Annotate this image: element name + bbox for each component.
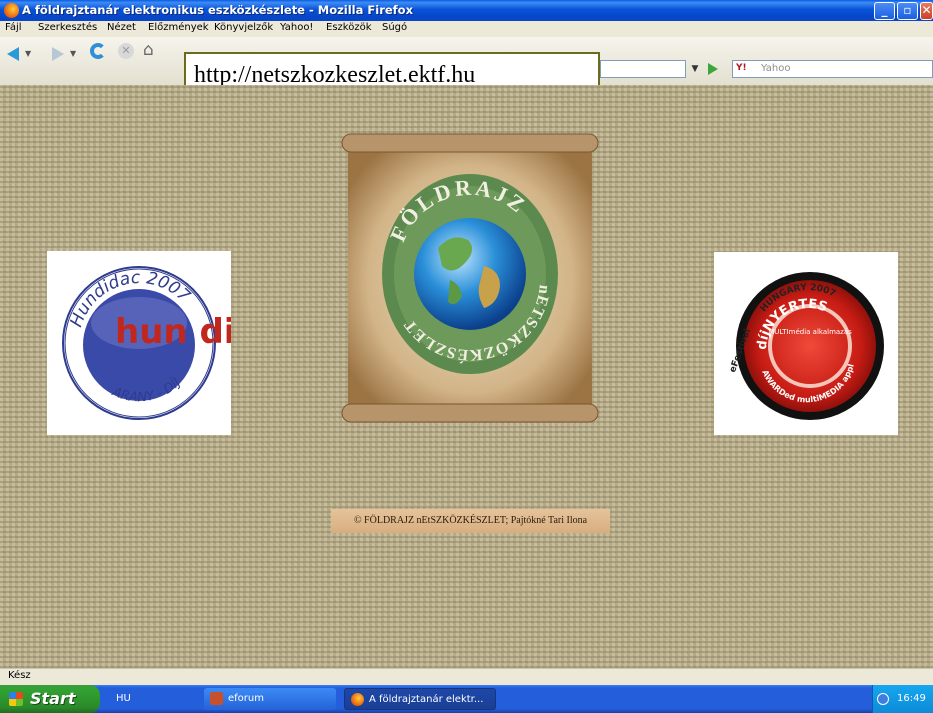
eforum-icon (210, 692, 223, 705)
hundidac-logo[interactable]: hun didac Hundidac 2007 ARANY - DÍJ (47, 251, 303, 435)
copyright-notice: © FÖLDRAJZ nEtSZKÖZKÉSZLET; Pajtókné Tar… (331, 509, 610, 533)
back-arrow-icon[interactable] (7, 47, 19, 61)
menu-bookmarks[interactable]: Könyvjelzők (214, 22, 273, 33)
minimize-button[interactable]: _ (874, 2, 895, 20)
award-logo[interactable]: eFestival HUNGARY 2007 díjNYERTES MULTIm… (711, 245, 898, 435)
back-dropdown-icon[interactable]: ▼ (25, 49, 31, 58)
page-content: hun didac Hundidac 2007 ARANY - DÍJ (0, 85, 933, 668)
menu-view[interactable]: Nézet (107, 22, 136, 33)
search-placeholder: Yahoo (761, 63, 791, 74)
menu-tools[interactable]: Eszközök (326, 22, 372, 33)
start-label: Start (30, 689, 76, 708)
menu-help[interactable]: Súgó (382, 22, 407, 33)
search-input[interactable]: Y! Yahoo (732, 60, 933, 78)
language-indicator[interactable]: HU (116, 693, 131, 704)
stop-icon[interactable]: ✕ (118, 43, 134, 59)
menu-edit[interactable]: Szerkesztés (38, 22, 97, 33)
taskbar: Start HU eforum A földrajztanár elektr..… (0, 685, 933, 713)
taskbar-item-eforum[interactable]: eforum (204, 688, 336, 710)
tray-icon[interactable] (877, 693, 889, 705)
multimedia-text: MULTImédia alkalmazás (768, 328, 852, 336)
hun-text: hun didac (115, 312, 231, 352)
home-icon[interactable]: ⌂ (143, 42, 154, 59)
start-button[interactable]: Start (0, 685, 100, 713)
window-title: A földrajztanár elektronikus eszközkészl… (22, 3, 413, 17)
windows-logo-icon (9, 692, 23, 706)
url-dropdown-icon[interactable]: ▼ (686, 60, 704, 78)
firefox-icon (4, 3, 19, 18)
maximize-button[interactable]: ▫ (897, 2, 918, 20)
clock[interactable]: 16:49 (897, 693, 926, 704)
status-text: Kész (8, 670, 31, 681)
menu-bar: Fájl Szerkesztés Nézet Előzmények Könyvj… (0, 21, 933, 37)
menu-yahoo[interactable]: Yahoo! (280, 22, 313, 33)
go-button-icon[interactable] (708, 63, 718, 75)
close-button[interactable]: ✕ (920, 2, 933, 20)
taskbar-item-firefox[interactable]: A földrajztanár elektr... (344, 688, 496, 710)
taskbar-item-label: A földrajztanár elektr... (369, 694, 484, 705)
forward-arrow-icon[interactable] (52, 47, 64, 61)
foldrajz-scroll-logo[interactable]: FÖLDRAJZ nETSZKÖZKÉSZLET (338, 130, 602, 425)
taskbar-item-label: eforum (228, 693, 264, 704)
system-tray: 16:49 (872, 685, 933, 713)
title-bar: A földrajztanár elektronikus eszközkészl… (0, 0, 933, 21)
firefox-icon (351, 693, 364, 706)
yahoo-icon[interactable]: Y! (736, 63, 747, 73)
reload-icon[interactable] (90, 43, 106, 59)
forward-dropdown-icon[interactable]: ▼ (70, 49, 76, 58)
status-bar: Kész (0, 668, 933, 686)
address-field-tail[interactable] (600, 60, 686, 78)
menu-history[interactable]: Előzmények (148, 22, 209, 33)
menu-file[interactable]: Fájl (5, 22, 22, 33)
